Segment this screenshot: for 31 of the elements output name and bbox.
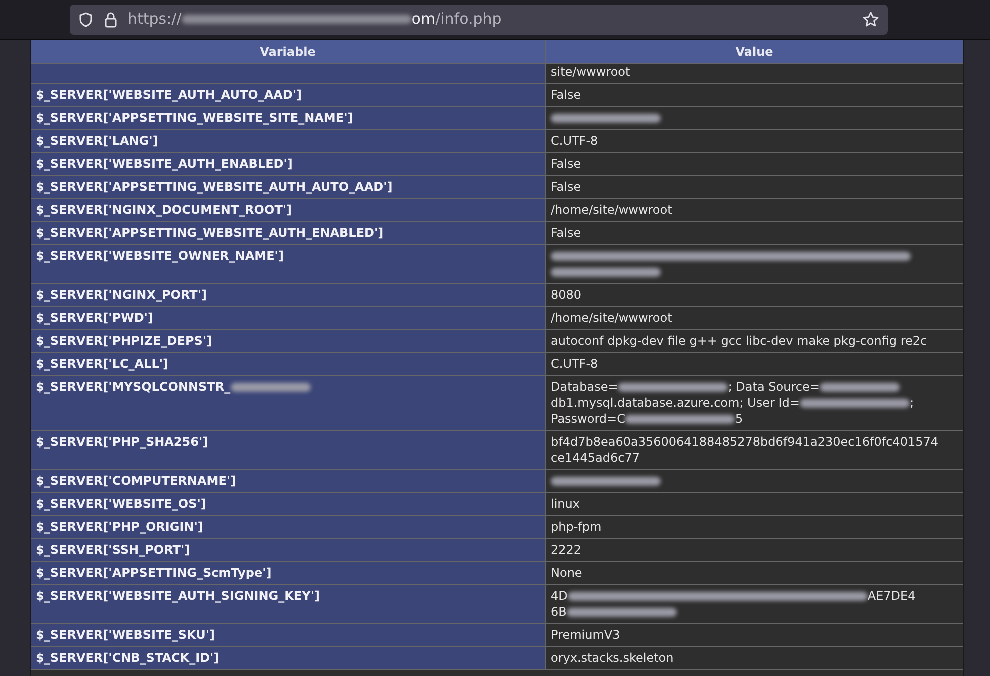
address-bar[interactable]: https:// om/info.php [70,4,888,34]
variable-cell: $_SERVER['APPSETTING_WEBSITE_AUTH_AUTO_AAD'] [31,176,546,198]
variable-cell: $_SERVER['PWD'] [31,307,546,329]
variable-cell: $_SERVER['WEBSITE_AUTH_AUTO_AAD'] [31,84,546,106]
url-host: om [182,8,436,31]
shield-icon [78,12,94,28]
variable-cell: $_SERVER['PHP_SHA256'] [31,431,546,469]
variable-cell: $_SERVER['PHP_ORIGIN'] [31,516,546,538]
star-icon[interactable] [862,10,880,28]
variable-cell: $_SERVER['APPSETTING_WEBSITE_SITE_NAME'] [31,107,546,129]
variable-cell: $_SERVER['WEBSITE_OS'] [31,493,546,515]
variable-cell: $_SERVER['WEBSITE_AUTH_ENABLED'] [31,153,546,175]
variable-cell: $_SERVER['WEBSITE_SKU'] [31,624,546,646]
variable-cell: $_SERVER['APPSETTING_WEBSITE_AUTH_ENABLED'] [31,222,546,244]
variable-cell: $_SERVER['LANG'] [31,130,546,152]
variable-cell: $_SERVER['CNB_STACK_ID'] [31,647,546,669]
url-scheme: https:// [128,9,182,30]
variable-cell: $_SERVER['NGINX_PORT'] [31,284,546,306]
variable-cell: $_SERVER['MYSQLCONNSTR_ [31,376,546,430]
lock-icon [104,12,118,28]
variable-cell: $_SERVER['WEBSITE_AUTH_SIGNING_KEY'] [31,585,546,623]
url-path: /info.php [436,9,502,30]
variable-cell: $_SERVER['SSH_PORT'] [31,539,546,561]
variable-cell: $_SERVER['PHPIZE_DEPS'] [31,330,546,352]
variable-cell: $_SERVER['COMPUTERNAME'] [31,470,546,492]
variable-cell: $_SERVER['NGINX_DOCUMENT_ROOT'] [31,199,546,221]
variable-cell: $_SERVER['APPSETTING_ScmType'] [31,562,546,584]
variable-cell: $_SERVER['LC_ALL'] [31,353,546,375]
column-header: Variable [31,40,546,63]
variable-cell: $_SERVER['WEBSITE_OWNER_NAME'] [31,245,546,283]
column-header: Value [734,44,774,60]
